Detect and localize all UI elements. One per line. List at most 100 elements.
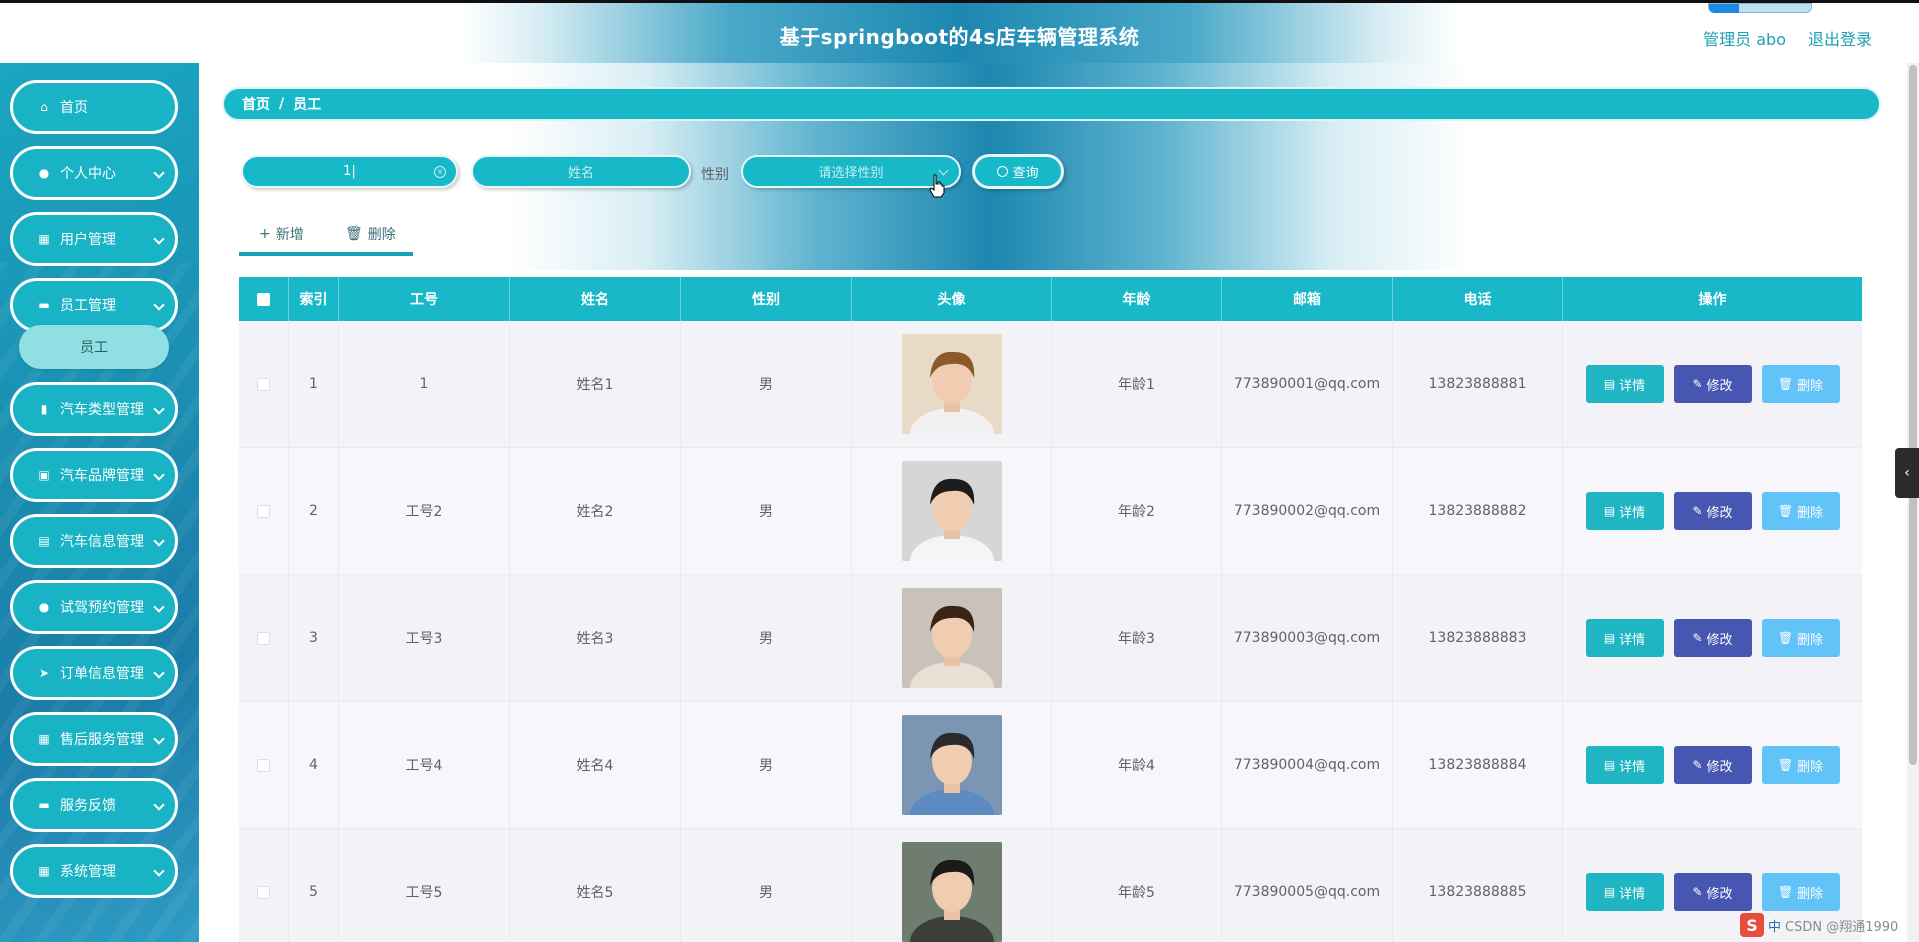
name-input-placeholder: 姓名	[567, 166, 594, 181]
cell-gender: 男	[681, 448, 852, 574]
document-icon: ▤	[1603, 885, 1616, 899]
sidebar-item-label: 服务反馈	[60, 798, 116, 814]
sidebar-item-7[interactable]: ● 试驾预约管理	[10, 580, 178, 634]
row-checkbox[interactable]	[257, 885, 270, 899]
edit-button[interactable]: ✎ 修改	[1673, 619, 1752, 657]
breadcrumb: 首页 / 员工	[222, 87, 1881, 121]
sidebar-item-11[interactable]: ▦ 系统管理	[10, 844, 178, 898]
chevron-down-icon	[153, 667, 165, 679]
chevron-down-icon	[153, 469, 165, 481]
edit-button[interactable]: ✎ 修改	[1673, 873, 1752, 911]
scrollbar-thumb[interactable]	[1909, 65, 1917, 765]
select-all-checkbox[interactable]	[257, 292, 270, 306]
cell-actions: ▤ 详情 ✎ 修改 🗑 删除	[1563, 575, 1862, 701]
row-checkbox[interactable]	[257, 504, 270, 518]
cell-index: 3	[289, 575, 339, 701]
breadcrumb-separator: /	[279, 96, 285, 112]
sidebar-item-label: 试驾预约管理	[60, 600, 144, 616]
sidebar-item-2[interactable]: ▦ 用户管理	[10, 212, 178, 266]
delete-button[interactable]: 🗑 删除	[1761, 619, 1840, 657]
tray-lang[interactable]: 中	[1768, 916, 1781, 935]
detail-button[interactable]: ▤ 详情	[1585, 873, 1664, 911]
sidebar-item-10[interactable]: ▬ 服务反馈	[10, 778, 178, 832]
table-row: 5 工号5 姓名5 男 年龄5 773890005@qq.com 13823888885 ▤ 详…	[239, 829, 1862, 942]
row-checkbox[interactable]	[257, 758, 270, 772]
sidebar-item-label: 用户管理	[60, 232, 116, 248]
detail-label: 详情	[1619, 632, 1646, 648]
cell-age: 年龄1	[1052, 321, 1222, 447]
sidebar-item-6[interactable]: ▤ 汽车信息管理	[10, 514, 178, 568]
delete-button[interactable]: 🗑 删除	[1761, 365, 1840, 403]
trash-icon: 🗑	[1777, 631, 1794, 645]
sidebar-item-4[interactable]: ▮ 汽车类型管理	[10, 382, 178, 436]
column-header: 性别	[681, 277, 852, 321]
pencil-icon: ✎	[1692, 504, 1703, 518]
cell-name: 姓名3	[510, 575, 681, 701]
sidebar-item-1[interactable]: ● 个人中心	[10, 146, 178, 200]
sidebar-item-9[interactable]: ▦ 售后服务管理	[10, 712, 178, 766]
detail-button[interactable]: ▤ 详情	[1585, 365, 1664, 403]
apps-icon: ▦	[38, 864, 50, 878]
add-button[interactable]: + 新增	[259, 224, 304, 244]
sidebar-item-label: 汽车品牌管理	[60, 468, 144, 484]
cell-index: 4	[289, 702, 339, 828]
ime-tray: S 中 CSDN @翔通1990	[1740, 912, 1898, 938]
cell-actions: ▤ 详情 ✎ 修改 🗑 删除	[1563, 448, 1862, 574]
document-icon: ▤	[1603, 758, 1616, 772]
edit-button[interactable]: ✎ 修改	[1673, 746, 1752, 784]
sidebar-subitem-employee[interactable]: 员工	[19, 325, 169, 369]
avatar	[901, 334, 1002, 434]
gender-select-placeholder: 请选择性别	[818, 166, 884, 181]
edit-button[interactable]: ✎ 修改	[1673, 492, 1752, 530]
cell-gonghao: 工号3	[339, 575, 510, 701]
detail-button[interactable]: ▤ 详情	[1585, 746, 1664, 784]
batch-delete-button[interactable]: 🗑 删除	[345, 224, 396, 244]
query-button[interactable]: 查询	[972, 154, 1064, 189]
header-badge	[1708, 3, 1812, 13]
cell-actions: ▤ 详情 ✎ 修改 🗑 删除	[1563, 321, 1862, 447]
logout-link[interactable]: 退出登录	[1808, 26, 1872, 50]
select-all-cell	[239, 277, 289, 321]
detail-button[interactable]: ▤ 详情	[1585, 619, 1664, 657]
table-row: 2 工号2 姓名2 男 年龄2 773890002@qq.com 13823888882 ▤ 详…	[239, 448, 1862, 575]
delete-button[interactable]: 🗑 删除	[1761, 492, 1840, 530]
breadcrumb-home[interactable]: 首页	[242, 94, 270, 114]
cell-phone: 13823888884	[1393, 702, 1563, 828]
cell-name: 姓名1	[510, 321, 681, 447]
avatar	[901, 715, 1002, 815]
detail-label: 详情	[1619, 505, 1646, 521]
current-user: 管理员 abo	[1703, 30, 1786, 49]
collapse-tab[interactable]: ‹	[1895, 448, 1919, 498]
chevron-down-icon	[153, 799, 165, 811]
sidebar-item-5[interactable]: ▣ 汽车品牌管理	[10, 448, 178, 502]
document-icon: ▤	[1603, 504, 1616, 518]
trash-icon: 🗑	[1777, 885, 1794, 899]
edit-button[interactable]: ✎ 修改	[1673, 365, 1752, 403]
column-header: 年龄	[1052, 277, 1222, 321]
chevron-left-icon: ‹	[1904, 465, 1910, 481]
row-checkbox[interactable]	[257, 377, 270, 391]
trash-icon: 🗑	[1777, 377, 1794, 391]
sidebar-item-8[interactable]: ➤ 订单信息管理	[10, 646, 178, 700]
detail-button[interactable]: ▤ 详情	[1585, 492, 1664, 530]
table-header: 索引 工号 姓名 性别 头像 年龄 邮箱 电话 操作	[239, 277, 1862, 321]
sidebar-item-0[interactable]: ⌂ 首页	[10, 80, 178, 134]
pencil-icon: ✎	[1692, 631, 1703, 645]
row-checkbox[interactable]	[257, 631, 270, 645]
chevron-down-icon	[153, 299, 165, 311]
bulb-icon: ●	[38, 600, 50, 614]
sidebar-item-3[interactable]: ▬ 员工管理	[10, 278, 178, 332]
cell-index: 2	[289, 448, 339, 574]
delete-button[interactable]: 🗑 删除	[1761, 746, 1840, 784]
cell-gonghao: 工号2	[339, 448, 510, 574]
sidebar-item-label: 订单信息管理	[60, 666, 144, 682]
sogou-logo-icon: S	[1740, 913, 1764, 937]
cell-avatar	[852, 829, 1052, 942]
cell-gonghao: 1	[339, 321, 510, 447]
tray-watermark: CSDN @翔通1990	[1785, 919, 1899, 935]
gonghao-search-input[interactable]: 1 | ×	[241, 155, 458, 188]
ticket-icon: ▬	[38, 798, 50, 812]
delete-button[interactable]: 🗑 删除	[1761, 873, 1840, 911]
name-search-input[interactable]: 姓名	[471, 155, 691, 188]
clear-icon[interactable]: ×	[434, 166, 446, 178]
